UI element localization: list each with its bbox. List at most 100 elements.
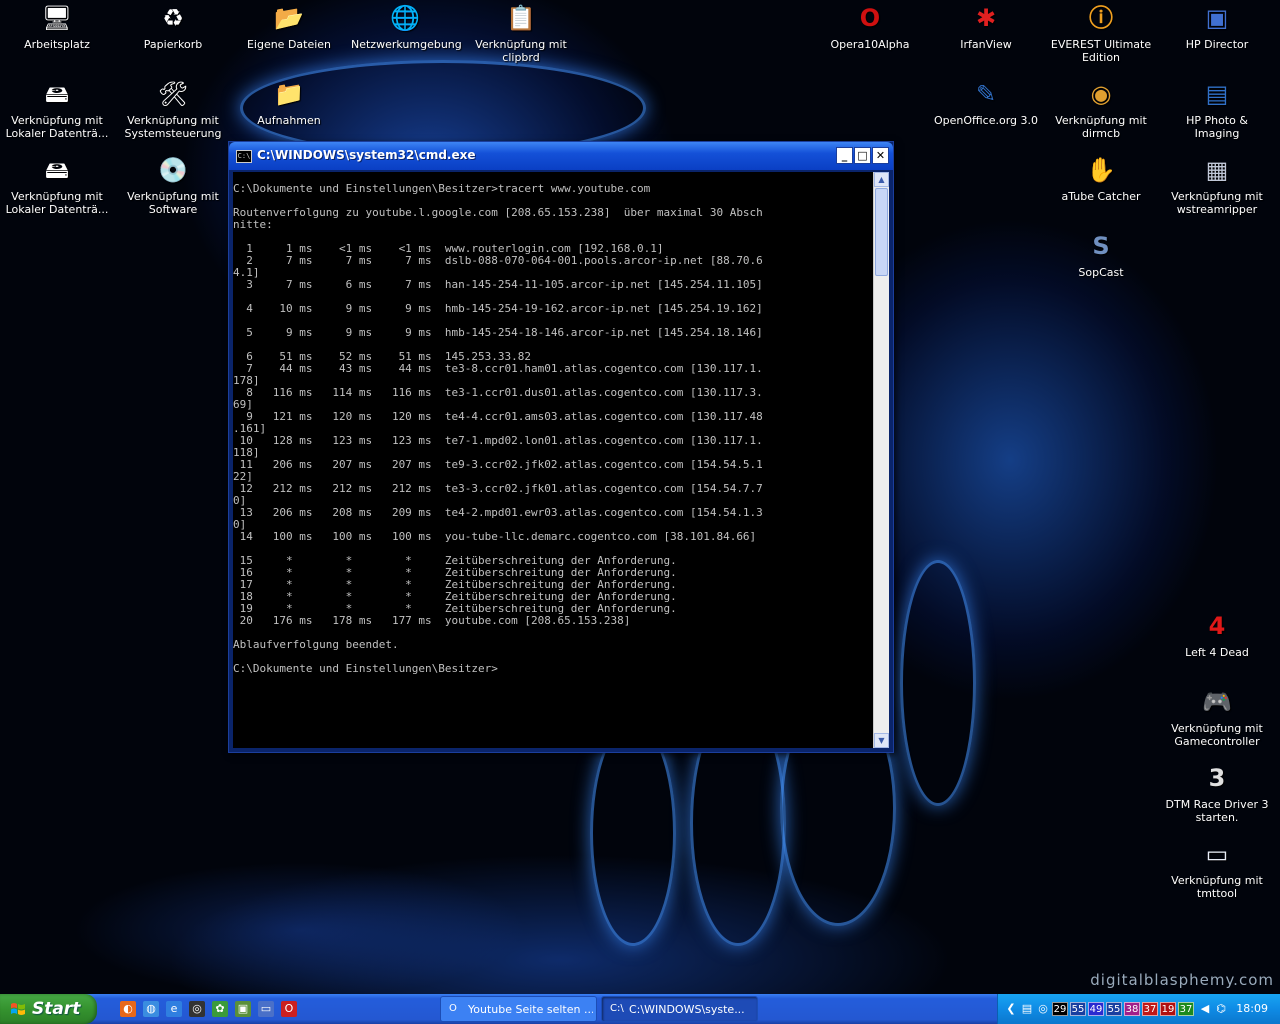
tray-counter-icon[interactable]: 55 — [1070, 1002, 1086, 1016]
desktop-icon-label: Verknüpfung mit Lokaler Datenträ... — [5, 114, 109, 140]
desktop-icon-label: Verknüpfung mit wstreamripper — [1171, 190, 1263, 216]
desktop-icon[interactable]: 📋 Verknüpfung mit clipbrd — [465, 2, 577, 64]
desktop-icon[interactable]: 📂 Eigene Dateien — [233, 2, 345, 51]
taskbar: Start ◐ ◍ e ◎ ✿ ▣ ▭ O O Youtube Seite selten ...… — [0, 994, 1280, 1024]
minimize-button[interactable]: _ — [836, 147, 853, 164]
console-line: Ablaufverfolgung beendet. — [233, 638, 399, 651]
desktop-icon[interactable]: ♻ Papierkorb — [117, 2, 229, 51]
clock[interactable]: 18:09 — [1236, 1002, 1268, 1015]
taskbar-button[interactable]: C:\ C:\WINDOWS\syste... — [601, 996, 758, 1022]
console-line: nitte: — [233, 218, 273, 231]
scroll-thumb[interactable] — [875, 188, 888, 276]
desktop-icon[interactable]: ✎ OpenOffice.org 3.0 — [930, 78, 1042, 127]
console-line: Routenverfolgung zu youtube.l.google.com… — [233, 206, 763, 219]
volume-icon[interactable]: ◀ — [1198, 1002, 1212, 1016]
desktop-icon[interactable]: ✋ aTube Catcher — [1045, 154, 1157, 203]
console-line: 5 9 ms 9 ms 9 ms hmb-145-254-18-146.arco… — [233, 326, 763, 339]
console-line: 14 100 ms 100 ms 100 ms you-tube-llc.dem… — [233, 530, 757, 543]
desktop-icon[interactable]: 🛠 Verknüpfung mit Systemsteuerung — [117, 78, 229, 140]
window-icon[interactable]: ▭ — [258, 1001, 274, 1017]
tray-counter-icon[interactable]: 38 — [1124, 1002, 1140, 1016]
desktop-icon-label: Verknüpfung mit Software — [127, 190, 219, 216]
internet-explorer-icon[interactable]: e — [166, 1001, 182, 1017]
left4dead-icon: 4 — [1208, 612, 1226, 640]
desktop-icon[interactable]: 4 Left 4 Dead — [1161, 610, 1273, 659]
tray-counter-icon[interactable]: 29 — [1052, 1002, 1068, 1016]
scroll-down-button[interactable]: ▼ — [874, 733, 889, 748]
cmd-window[interactable]: C:\ C:\WINDOWS\system32\cmd.exe _ □ ✕ C:… — [228, 141, 894, 753]
tray-counter-icon[interactable]: 49 — [1088, 1002, 1104, 1016]
desktop-icon[interactable]: 📁 Aufnahmen — [233, 78, 345, 127]
desktop-icon-label: EVEREST Ultimate Edition — [1050, 38, 1152, 64]
wallpaper-watermark: digitalblasphemy.com — [1090, 971, 1274, 989]
msn-icon[interactable]: ✿ — [212, 1001, 228, 1017]
network-tray-icon[interactable]: ▤ — [1020, 1002, 1034, 1016]
tray-app-icon[interactable]: ⌬ — [1214, 1002, 1228, 1016]
hp-director-icon: ▣ — [1205, 4, 1229, 32]
desktop-icon[interactable]: 🌐 Netzwerkumgebung — [349, 2, 462, 51]
drive-icon: 🖴 — [44, 80, 70, 108]
desktop-icon-label: Eigene Dateien — [246, 38, 332, 51]
console-line: 13 206 ms 208 ms 209 ms te4-2.mpd01.ewr0… — [233, 506, 763, 519]
opera-icon[interactable]: O — [281, 1001, 297, 1017]
console-line: 11 206 ms 207 ms 207 ms te9-3.ccr02.jfk0… — [233, 458, 763, 471]
desktop-icon[interactable]: ▤ HP Photo & Imaging — [1161, 78, 1273, 140]
desktop-icon-label: Verknüpfung mit Gamecontroller — [1171, 722, 1263, 748]
desktop-icon-label: DTM Race Driver 3 starten. — [1165, 798, 1269, 824]
desktop-icon[interactable]: ◉ Verknüpfung mit dirmcb — [1045, 78, 1157, 140]
tray-arrow-icon[interactable]: ❮ — [1004, 1002, 1018, 1016]
atube-icon: ✋ — [1086, 156, 1116, 184]
desktop-icon[interactable]: 🎮 Verknüpfung mit Gamecontroller — [1161, 686, 1273, 748]
desktop-icon-label: HP Director — [1185, 38, 1249, 51]
browser-icon[interactable]: ◍ — [143, 1001, 159, 1017]
folder-icon: 📁 — [274, 80, 304, 108]
desktop-icon[interactable]: S SopCast — [1045, 230, 1157, 279]
close-button[interactable]: ✕ — [872, 147, 889, 164]
console-text[interactable]: C:\Dokumente und Einstellungen\Besitzer>… — [233, 172, 874, 675]
cmd-window-title: C:\WINDOWS\system32\cmd.exe — [257, 148, 476, 162]
firefox-icon[interactable]: ◐ — [120, 1001, 136, 1017]
desktop-icon[interactable]: ✱ IrfanView — [930, 2, 1042, 51]
everest-icon: ⓘ — [1089, 4, 1113, 32]
start-button[interactable]: Start — [0, 994, 97, 1024]
tray-counter-icon[interactable]: 37 — [1178, 1002, 1194, 1016]
taskbar-button[interactable]: O Youtube Seite selten ... — [440, 996, 597, 1022]
console-line: 7 44 ms 43 ms 44 ms te3-8.ccr01.ham01.at… — [233, 362, 763, 375]
desktop-icon[interactable]: ▭ Verknüpfung mit tmttool — [1161, 838, 1273, 900]
tray-counter-icon[interactable]: 37 — [1142, 1002, 1158, 1016]
desktop-icon-label: Verknüpfung mit tmttool — [1171, 874, 1263, 900]
tray-counter-icon[interactable]: 55 — [1106, 1002, 1122, 1016]
desktop-icon[interactable]: O Opera10Alpha — [814, 2, 926, 51]
desktop-icon[interactable]: ▣ HP Director — [1161, 2, 1273, 51]
console-line: 12 212 ms 212 ms 212 ms te3-3.ccr02.jfk0… — [233, 482, 763, 495]
desktop-icon[interactable]: 3 DTM Race Driver 3 starten. — [1161, 762, 1273, 824]
folder-icon: 📂 — [274, 4, 304, 32]
vertical-scrollbar[interactable]: ▲ ▼ — [873, 172, 889, 748]
steam-tray-icon[interactable]: ◎ — [1036, 1002, 1050, 1016]
desktop-icon[interactable]: ▦ Verknüpfung mit wstreamripper — [1161, 154, 1273, 216]
cmd-titlebar[interactable]: C:\ C:\WINDOWS\system32\cmd.exe _ □ ✕ — [229, 142, 893, 170]
network-icon: 🌐 — [390, 4, 420, 32]
desktop-icon-label: Verknüpfung mit clipbrd — [475, 38, 567, 64]
clipboard-icon: 📋 — [506, 4, 536, 32]
desktop-icon[interactable]: 🖴 Verknüpfung mit Lokaler Datenträ... — [1, 154, 113, 216]
scroll-up-button[interactable]: ▲ — [874, 172, 889, 187]
irfanview-icon: ✱ — [975, 4, 997, 32]
image-viewer-icon[interactable]: ▣ — [235, 1001, 251, 1017]
desktop-icon[interactable]: 💿 Verknüpfung mit Software — [117, 154, 229, 216]
desktop-icon[interactable]: 🖴 Verknüpfung mit Lokaler Datenträ... — [1, 78, 113, 140]
steam-icon[interactable]: ◎ — [189, 1001, 205, 1017]
desktop-icon[interactable]: ⓘ EVEREST Ultimate Edition — [1045, 2, 1157, 64]
desktop-icon[interactable]: 🖥 Arbeitsplatz — [1, 2, 113, 51]
desktop-icon-label: Verknüpfung mit Lokaler Datenträ... — [5, 190, 109, 216]
console-line: C:\Dokumente und Einstellungen\Besitzer> — [233, 662, 498, 675]
openoffice-icon: ✎ — [975, 80, 997, 108]
desktop-icon-label: Left 4 Dead — [1185, 646, 1249, 659]
tray-counter-icon[interactable]: 19 — [1160, 1002, 1176, 1016]
recycle-bin-icon: ♻ — [162, 4, 184, 32]
maximize-button[interactable]: □ — [854, 147, 871, 164]
desktop-icon-label: aTube Catcher — [1061, 190, 1141, 203]
console-output-area[interactable]: C:\Dokumente und Einstellungen\Besitzer>… — [233, 172, 874, 748]
control-panel-icon: 🛠 — [157, 80, 189, 108]
cmd-app-icon[interactable]: C:\ — [236, 150, 252, 163]
